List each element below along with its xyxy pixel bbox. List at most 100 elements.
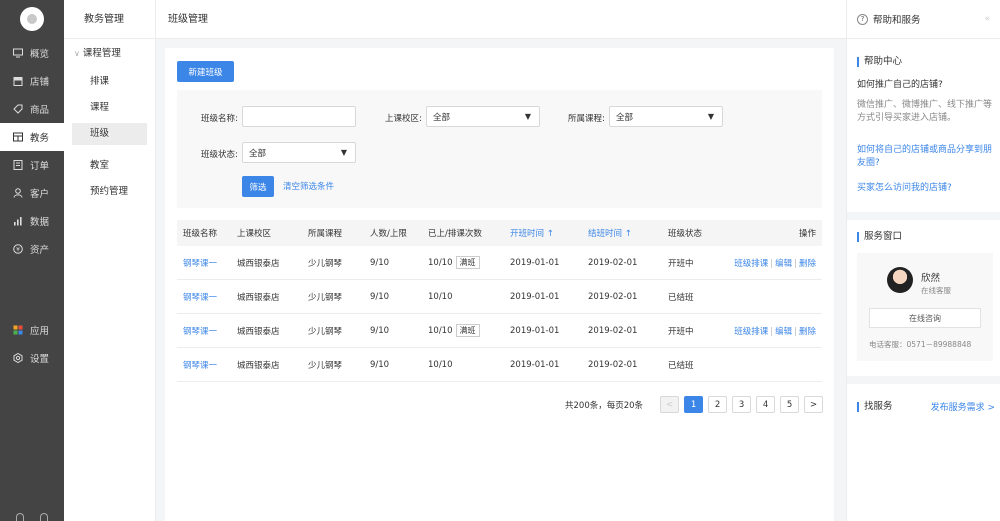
col-header-sortable[interactable]: 开班时间 ↑ — [510, 227, 588, 239]
page-button-2[interactable]: 2 — [708, 396, 728, 413]
status-select[interactable]: 全部 ▼ — [242, 142, 356, 163]
col-header: 操作 — [798, 229, 816, 239]
cell-campus: 城西银泰店 — [237, 360, 280, 371]
nav-item-apps[interactable]: 应用 — [0, 316, 64, 344]
table-header: 班级名称 上课校区 所属课程 人数/上限 已上/排课次数 开班时间 ↑ 结班时间… — [177, 220, 822, 246]
cell-sessions: 10/10 — [428, 292, 510, 302]
nav-item-order[interactable]: 订单 — [0, 151, 64, 179]
next-page-button[interactable]: > — [804, 396, 824, 413]
page-button-1[interactable]: 1 — [684, 396, 704, 413]
table-row: 钢琴课一 城西银泰店 少儿钢琴 9/10 10/10 2019-01-01 20… — [177, 280, 822, 314]
nav-label: 教务 — [30, 133, 50, 144]
class-name-link[interactable]: 钢琴课一 — [177, 291, 237, 303]
subnav-item-class[interactable]: 班级 — [72, 123, 147, 145]
cell-start: 2019-01-01 — [510, 325, 560, 336]
svg-text:¥: ¥ — [16, 246, 20, 253]
nav-item-settings[interactable]: 设置 — [0, 344, 64, 372]
cell-count: 9/10 — [370, 257, 390, 268]
sessions-value: 10/10 — [428, 359, 453, 370]
clear-filters-link[interactable]: 清空筛选条件 — [283, 180, 334, 192]
col-header: 上课校区 — [237, 229, 272, 239]
cell-sessions: 10/10 满班 — [428, 324, 510, 337]
divider — [847, 376, 1000, 384]
nav-item-goods[interactable]: 商品 — [0, 95, 64, 123]
class-name-link[interactable]: 钢琴课一 — [177, 325, 237, 337]
help-panel-header: ? 帮助和服务 « — [847, 0, 1000, 39]
logo[interactable] — [20, 7, 44, 31]
bell-icon[interactable] — [40, 513, 48, 521]
course-select-value: 全部 — [616, 112, 634, 123]
course-select[interactable]: 全部 ▼ — [609, 106, 723, 127]
cell-actions: 班级排课 | 编辑 | 删除 — [734, 258, 816, 269]
gear-icon — [12, 353, 23, 364]
find-service-title: 找服务 — [857, 401, 893, 412]
subnav-item-classroom[interactable]: 教室 — [72, 155, 147, 177]
delete-link[interactable]: 删除 — [799, 327, 816, 337]
nav-footer — [0, 509, 64, 521]
nav-item-assets[interactable]: ¥ 资产 — [0, 235, 64, 263]
subnav-group-label: 课程管理 — [82, 48, 121, 59]
page-button-4[interactable]: 4 — [756, 396, 776, 413]
nav-item-customer[interactable]: 客户 — [0, 179, 64, 207]
edit-link[interactable]: 编辑 — [775, 259, 792, 269]
cell-course: 少儿钢琴 — [308, 326, 343, 337]
cell-status: 开班中 — [668, 258, 694, 269]
class-name-link[interactable]: 钢琴课一 — [177, 257, 237, 269]
schedule-class-link[interactable]: 班级排课 — [734, 327, 768, 337]
collapse-icon[interactable]: « — [984, 14, 990, 24]
help-question: 如何推广自己的店铺? — [857, 80, 943, 90]
class-table: 班级名称 上课校区 所属课程 人数/上限 已上/排课次数 开班时间 ↑ 结班时间… — [177, 220, 822, 382]
cell-end: 2019-02-01 — [588, 257, 638, 268]
filter-button[interactable]: 筛选 — [242, 176, 274, 197]
nav-item-data[interactable]: 数据 — [0, 207, 64, 235]
subnav-item-course[interactable]: 课程 — [72, 97, 147, 119]
help-panel-title: 帮助和服务 — [873, 15, 921, 26]
main-nav-list: 概览 店铺 商品 教务 订单 客户 数据 ¥ 资产 — [0, 39, 64, 263]
help-circle-icon: ? — [857, 13, 868, 25]
subnav-group-course-mgmt[interactable]: ∨ 课程管理 — [64, 41, 155, 67]
online-consult-button[interactable]: 在线咨询 — [869, 308, 981, 328]
tag-icon — [12, 104, 23, 115]
help-link-share[interactable]: 如何将自己的店铺或商品分享到朋友圈? — [857, 144, 997, 170]
subnav-item-schedule[interactable]: 排课 — [72, 71, 147, 93]
delete-link[interactable]: 删除 — [799, 259, 816, 269]
cell-start: 2019-01-01 — [510, 359, 560, 370]
col-header: 人数/上限 — [370, 229, 407, 239]
publish-request-link[interactable]: 发布服务需求 > — [931, 400, 995, 413]
page-button-5[interactable]: 5 — [780, 396, 800, 413]
prev-page-button[interactable]: < — [660, 396, 680, 413]
class-name-link[interactable]: 钢琴课一 — [177, 359, 237, 371]
col-header: 已上/排课次数 — [428, 229, 482, 239]
nav-item-overview[interactable]: 概览 — [0, 39, 64, 67]
pagination: 共200条，每页20条 < 1 2 3 4 5 > — [565, 396, 824, 413]
edit-link[interactable]: 编辑 — [775, 327, 792, 337]
nav-label: 数据 — [30, 217, 50, 228]
col-header-sortable[interactable]: 结班时间 ↑ — [588, 227, 668, 239]
status-label: 班级状态: — [201, 150, 238, 160]
help-link-visit[interactable]: 买家怎么访问我的店铺? — [857, 182, 997, 195]
phone-service: 电话客服：0571－89988848 — [869, 340, 972, 349]
campus-label: 上课校区: — [385, 114, 422, 124]
class-name-input[interactable] — [242, 106, 356, 127]
new-class-button[interactable]: 新建班级 — [177, 61, 234, 82]
secondary-sidebar: 教务管理 ∨ 课程管理 排课 课程 班级 教室 预约管理 — [64, 0, 156, 521]
main-sidebar: 概览 店铺 商品 教务 订单 客户 数据 ¥ 资产 应用 设置 — [0, 0, 64, 521]
schedule-class-link[interactable]: 班级排课 — [734, 259, 768, 269]
avatar — [887, 267, 913, 293]
cell-end: 2019-02-01 — [588, 325, 638, 336]
help-panel: ? 帮助和服务 « 帮助中心 如何推广自己的店铺? 微信推广、微博推广、线下推广… — [846, 0, 1000, 521]
subnav-item-reservation[interactable]: 预约管理 — [72, 181, 147, 203]
subnav-title: 教务管理 — [64, 0, 155, 39]
nav-label: 店铺 — [30, 77, 50, 88]
search-icon[interactable] — [16, 513, 24, 521]
pagination-summary: 共200条，每页20条 — [565, 400, 644, 411]
cell-status: 已结班 — [668, 360, 694, 371]
nav-item-education[interactable]: 教务 — [0, 123, 64, 151]
campus-select[interactable]: 全部 ▼ — [426, 106, 540, 127]
cell-sessions: 10/10 满班 — [428, 256, 510, 269]
divider — [847, 212, 1000, 220]
nav-item-shop[interactable]: 店铺 — [0, 67, 64, 95]
cell-course: 少儿钢琴 — [308, 292, 343, 303]
status-select-value: 全部 — [249, 148, 267, 159]
page-button-3[interactable]: 3 — [732, 396, 752, 413]
